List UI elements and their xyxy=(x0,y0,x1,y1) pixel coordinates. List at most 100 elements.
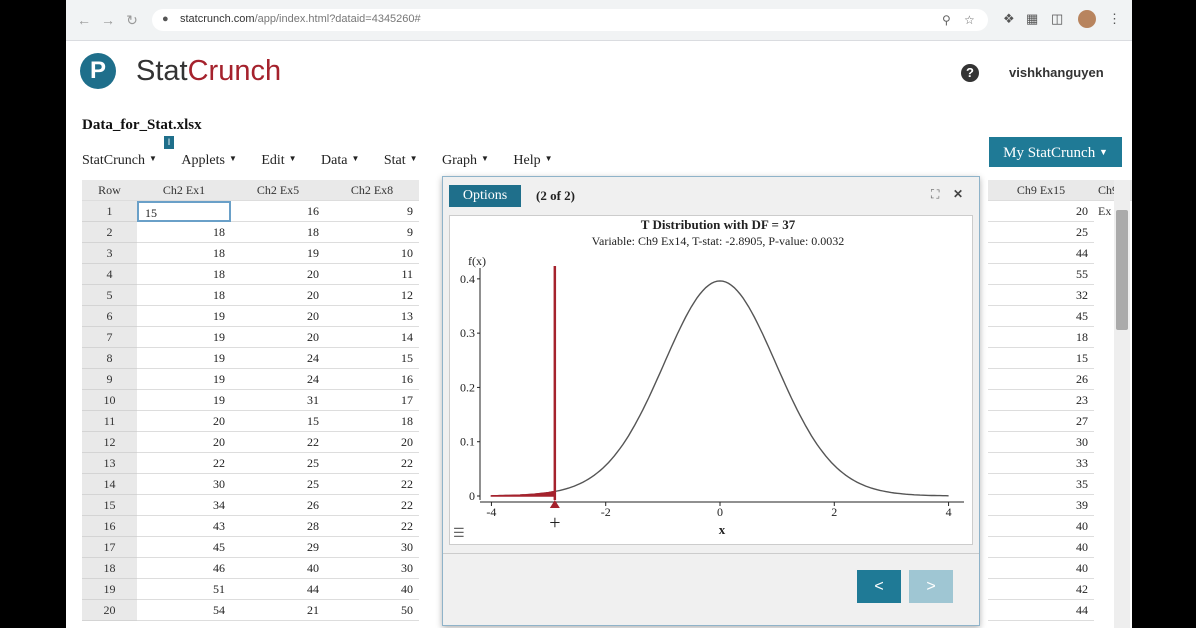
profile-avatar[interactable] xyxy=(1078,10,1096,28)
table-cell[interactable]: 9 xyxy=(325,222,419,243)
table-cell[interactable]: 43 xyxy=(137,516,231,537)
row-number[interactable]: 1 xyxy=(82,201,137,222)
table-cell[interactable]: 25 xyxy=(231,453,325,474)
question-circle-icon[interactable]: ? xyxy=(961,64,979,82)
table-cell[interactable]: 18 xyxy=(137,264,231,285)
row-number[interactable]: 6 xyxy=(82,306,137,327)
previous-button[interactable]: < xyxy=(857,570,901,603)
table-cell[interactable]: 9 xyxy=(325,201,419,222)
row-number[interactable]: 4 xyxy=(82,264,137,285)
table-cell[interactable]: 20 xyxy=(988,201,1094,222)
table-cell[interactable]: 23 xyxy=(988,390,1094,411)
table-cell[interactable]: 54 xyxy=(137,600,231,621)
table-cell[interactable]: 26 xyxy=(988,369,1094,390)
menu-stat[interactable]: Stat ▼ xyxy=(384,153,418,169)
star-icon[interactable]: ☆ xyxy=(964,13,975,27)
table-cell[interactable]: 30 xyxy=(325,537,419,558)
menu-applets[interactable]: Applets ▼ xyxy=(181,153,236,169)
back-icon[interactable]: ← xyxy=(76,12,92,28)
table-cell[interactable]: 30 xyxy=(325,558,419,579)
column-header[interactable]: Ch2 Ex5 xyxy=(231,180,325,201)
row-number[interactable]: 8 xyxy=(82,348,137,369)
table-cell[interactable]: 21 xyxy=(231,600,325,621)
expand-icon[interactable]: ⛶ xyxy=(931,187,939,202)
table-cell[interactable]: 26 xyxy=(231,495,325,516)
row-number[interactable]: 12 xyxy=(82,432,137,453)
table-cell[interactable]: 19 xyxy=(137,369,231,390)
table-cell[interactable]: 44 xyxy=(231,579,325,600)
extension-icon[interactable]: ❖ xyxy=(1003,11,1015,27)
table-cell[interactable]: 20 xyxy=(137,411,231,432)
table-cell[interactable]: 19 xyxy=(137,327,231,348)
zoom-icon[interactable]: ⚲ xyxy=(942,13,951,27)
table-cell[interactable]: 17 xyxy=(325,390,419,411)
table-cell[interactable]: 39 xyxy=(988,495,1094,516)
table-cell[interactable]: 20 xyxy=(325,432,419,453)
table-cell[interactable]: 18 xyxy=(137,285,231,306)
table-cell[interactable]: 20 xyxy=(231,327,325,348)
table-cell[interactable]: 42 xyxy=(988,579,1094,600)
table-cell[interactable]: 19 xyxy=(231,243,325,264)
table-cell[interactable]: 22 xyxy=(137,453,231,474)
table-cell[interactable]: 40 xyxy=(325,579,419,600)
table-cell[interactable]: 15 xyxy=(137,201,231,222)
row-number[interactable]: 15 xyxy=(82,495,137,516)
table-cell[interactable]: 45 xyxy=(137,537,231,558)
kebab-menu-icon[interactable]: ⋮ xyxy=(1108,11,1121,27)
table-cell[interactable]: 20 xyxy=(231,306,325,327)
table-cell[interactable]: 18 xyxy=(137,222,231,243)
row-number[interactable]: 3 xyxy=(82,243,137,264)
table-cell[interactable]: 18 xyxy=(231,222,325,243)
row-number[interactable]: 7 xyxy=(82,327,137,348)
table-cell[interactable]: 22 xyxy=(325,516,419,537)
row-number[interactable]: 19 xyxy=(82,579,137,600)
table-cell[interactable]: 40 xyxy=(231,558,325,579)
table-cell[interactable]: 19 xyxy=(137,348,231,369)
puzzle-icon[interactable]: ▦ xyxy=(1026,11,1038,27)
menu-help[interactable]: Help ▼ xyxy=(513,153,552,169)
table-cell[interactable]: 20 xyxy=(231,264,325,285)
menu-data[interactable]: Data ▼ xyxy=(321,153,359,169)
pearson-logo-icon[interactable]: P xyxy=(80,53,116,89)
row-number[interactable]: 9 xyxy=(82,369,137,390)
table-cell[interactable]: 33 xyxy=(988,453,1094,474)
table-cell[interactable]: 16 xyxy=(325,369,419,390)
my-statcrunch-button[interactable]: My StatCrunch ▼ xyxy=(989,137,1122,167)
table-cell[interactable]: 27 xyxy=(988,411,1094,432)
table-cell[interactable]: 30 xyxy=(137,474,231,495)
url-text[interactable]: statcrunch.com/app/index.html?dataid=434… xyxy=(180,13,421,25)
table-cell[interactable]: 35 xyxy=(988,474,1094,495)
column-header[interactable]: Ch2 Ex1 xyxy=(137,180,231,201)
sidebar-icon[interactable]: ◫ xyxy=(1051,11,1063,27)
table-cell[interactable]: 25 xyxy=(988,222,1094,243)
table-cell[interactable]: 29 xyxy=(231,537,325,558)
table-cell[interactable]: 19 xyxy=(137,390,231,411)
table-cell[interactable]: 22 xyxy=(231,432,325,453)
table-cell[interactable]: 30 xyxy=(988,432,1094,453)
table-cell[interactable]: 22 xyxy=(325,453,419,474)
close-icon[interactable]: ✕ xyxy=(953,187,963,201)
table-cell[interactable]: 28 xyxy=(231,516,325,537)
reload-icon[interactable]: ↻ xyxy=(124,12,140,28)
row-number[interactable]: 14 xyxy=(82,474,137,495)
table-cell[interactable]: 15 xyxy=(325,348,419,369)
chart-menu-icon[interactable]: ☰ xyxy=(453,525,465,541)
table-cell[interactable]: 25 xyxy=(231,474,325,495)
table-cell[interactable]: 46 xyxy=(137,558,231,579)
table-cell[interactable]: 15 xyxy=(988,348,1094,369)
table-cell[interactable]: 32 xyxy=(988,285,1094,306)
table-cell[interactable]: 40 xyxy=(988,516,1094,537)
table-cell[interactable]: 51 xyxy=(137,579,231,600)
table-cell[interactable]: 20 xyxy=(231,285,325,306)
column-header[interactable]: Ch9 Ex15 xyxy=(988,180,1094,201)
row-number[interactable]: 10 xyxy=(82,390,137,411)
forward-icon[interactable]: → xyxy=(100,12,116,28)
table-cell[interactable]: 22 xyxy=(325,474,419,495)
row-number[interactable]: 16 xyxy=(82,516,137,537)
table-cell[interactable]: 12 xyxy=(325,285,419,306)
username[interactable]: vishkhanguyen xyxy=(1009,65,1104,80)
table-cell[interactable]: 18 xyxy=(988,327,1094,348)
row-number[interactable]: 11 xyxy=(82,411,137,432)
table-cell[interactable]: 15 xyxy=(231,411,325,432)
table-cell[interactable]: 55 xyxy=(988,264,1094,285)
